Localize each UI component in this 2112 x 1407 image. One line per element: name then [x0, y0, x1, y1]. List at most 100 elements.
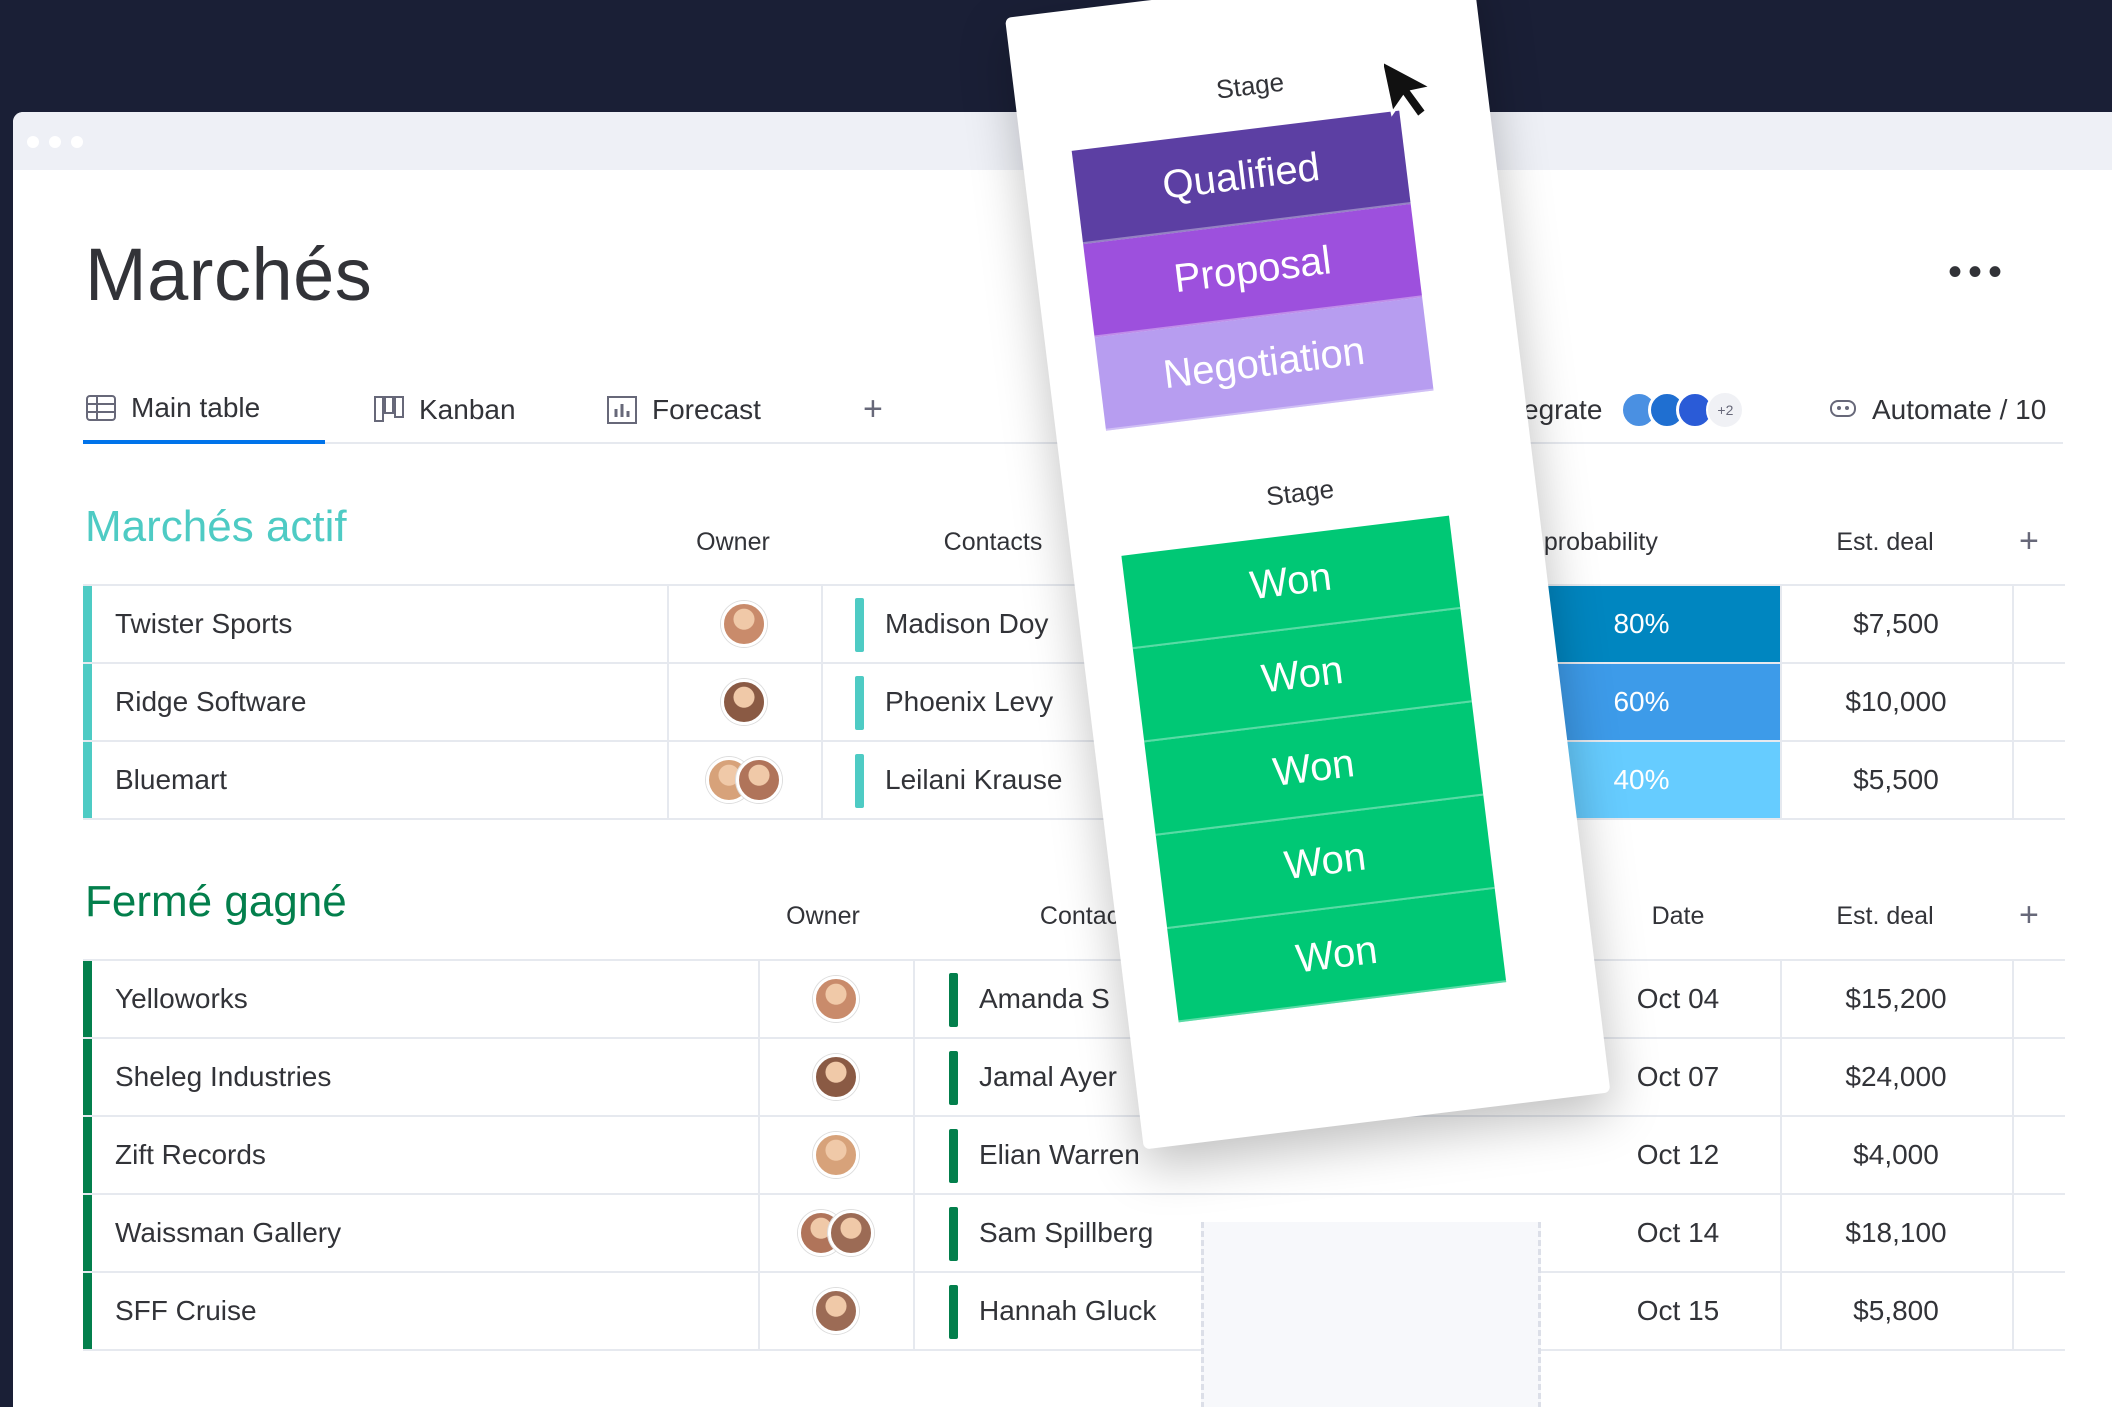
group-title-won[interactable]: Fermé gagné — [85, 877, 347, 927]
item-name-cell[interactable]: Ridge Software — [115, 664, 306, 740]
table-row[interactable]: Sheleg Industries Jamal Ayer Oct 07 $24,000 — [83, 1039, 2065, 1117]
chart-icon — [606, 396, 638, 424]
column-divider — [913, 1039, 915, 1115]
column-divider — [821, 664, 823, 740]
date-cell[interactable]: Oct 14 — [1563, 1195, 1793, 1271]
add-column-button[interactable]: + — [2019, 522, 2039, 561]
item-name-cell[interactable]: Zift Records — [115, 1117, 266, 1193]
integrate-label: egrate — [1523, 394, 1603, 425]
group-color-bar — [83, 961, 92, 1037]
table-row[interactable]: SFF Cruise Hannah Gluck Oct 15 $5,800 — [83, 1273, 2065, 1351]
tab-label: Forecast — [652, 394, 761, 425]
avatar — [812, 976, 859, 1022]
column-divider — [2012, 1195, 2014, 1271]
group-color-bar — [83, 586, 92, 662]
add-view-button[interactable]: + — [863, 390, 883, 429]
integrate-button[interactable]: egrate +2 — [1523, 376, 1745, 444]
column-divider — [913, 961, 915, 1037]
won-deals-table: Yelloworks Amanda S Oct 04 $15,200 Sheleg In… — [83, 959, 2065, 1351]
item-name-cell[interactable]: Sheleg Industries — [115, 1039, 331, 1115]
window-dot — [71, 136, 83, 148]
column-divider — [913, 1117, 915, 1193]
stage-column-header: Stage — [1264, 473, 1336, 512]
item-name-cell[interactable]: Bluemart — [115, 742, 227, 818]
tab-label: Kanban — [419, 394, 516, 425]
contact-color-bar — [949, 1051, 958, 1105]
column-header-owner[interactable]: Owner — [743, 902, 903, 931]
table-row[interactable]: Twister Sports Madison Doy 80% $7,500 — [83, 586, 2065, 664]
owner-cell[interactable] — [758, 1195, 913, 1271]
add-column-button[interactable]: + — [2019, 896, 2039, 935]
contact-color-bar — [855, 754, 864, 808]
table-row[interactable]: Bluemart Leilani Krause 40% $5,500 — [83, 742, 2065, 820]
column-divider — [2012, 961, 2014, 1037]
avatar — [721, 601, 767, 647]
more-integrations-badge: +2 — [1706, 391, 1745, 429]
contact-color-bar — [949, 973, 958, 1027]
table-row[interactable]: Waissman Gallery Sam Spillberg Oct 14 $18,1… — [83, 1195, 2065, 1273]
column-header-date[interactable]: Date — [1563, 902, 1793, 931]
tab-forecast[interactable]: Forecast — [606, 376, 761, 444]
column-divider — [913, 1273, 915, 1349]
est-deal-cell[interactable]: $7,500 — [1780, 586, 2012, 662]
item-name-cell[interactable]: Twister Sports — [115, 586, 292, 662]
column-divider — [821, 742, 823, 818]
tab-kanban[interactable]: Kanban — [373, 376, 516, 444]
owner-cell[interactable] — [667, 586, 821, 662]
est-deal-cell[interactable]: $5,500 — [1780, 742, 2012, 818]
owner-cell[interactable] — [667, 664, 821, 740]
table-icon — [85, 394, 117, 422]
group-color-bar — [83, 1117, 92, 1193]
est-deal-cell[interactable]: $24,000 — [1780, 1039, 2012, 1115]
contact-color-bar — [949, 1285, 958, 1339]
group-title-active[interactable]: Marchés actif — [85, 502, 347, 552]
item-name-cell[interactable]: SFF Cruise — [115, 1273, 257, 1349]
owner-cell[interactable] — [758, 1273, 913, 1349]
owner-cell[interactable] — [667, 742, 821, 818]
active-deals-table: Twister Sports Madison Doy 80% $7,500 Ridge … — [83, 584, 2065, 820]
item-name-cell[interactable]: Yelloworks — [115, 961, 248, 1037]
avatar — [812, 1054, 859, 1100]
avatar — [736, 757, 782, 803]
avatar — [812, 1132, 859, 1178]
column-divider — [2012, 586, 2014, 662]
owner-cell[interactable] — [758, 1117, 913, 1193]
robot-icon — [1828, 394, 1858, 426]
table-row[interactable]: Zift Records Elian Warren Oct 12 $4,000 — [83, 1117, 2065, 1195]
item-name-cell[interactable]: Waissman Gallery — [115, 1195, 341, 1271]
automate-button[interactable]: Automate / 10 — [1828, 376, 2046, 444]
group-color-bar — [83, 664, 92, 740]
group-color-bar — [83, 742, 92, 818]
column-divider — [2012, 1117, 2014, 1193]
est-deal-cell[interactable]: $10,000 — [1780, 664, 2012, 740]
window-dot — [49, 136, 61, 148]
stage-column-drop-placeholder — [1201, 1222, 1541, 1407]
board-title: Marchés — [85, 233, 373, 316]
column-header-est-deal[interactable]: Est. deal — [1770, 528, 2000, 557]
est-deal-cell[interactable]: $18,100 — [1780, 1195, 2012, 1271]
group-color-bar — [83, 1039, 92, 1115]
avatar — [812, 1288, 859, 1334]
column-divider — [2012, 664, 2014, 740]
owner-cell[interactable] — [758, 1039, 913, 1115]
more-options-button[interactable]: ••• — [1948, 252, 2008, 292]
est-deal-cell[interactable]: $5,800 — [1780, 1273, 2012, 1349]
table-row[interactable]: Yelloworks Amanda S Oct 04 $15,200 — [83, 961, 2065, 1039]
est-deal-cell[interactable]: $15,200 — [1780, 961, 2012, 1037]
date-cell[interactable]: Oct 12 — [1563, 1117, 1793, 1193]
group-color-bar — [83, 1273, 92, 1349]
date-cell[interactable]: Oct 15 — [1563, 1273, 1793, 1349]
group-color-bar — [83, 1195, 92, 1271]
table-row[interactable]: Ridge Software Phoenix Levy 60% $10,000 — [83, 664, 2065, 742]
est-deal-cell[interactable]: $4,000 — [1780, 1117, 2012, 1193]
column-divider — [2012, 1273, 2014, 1349]
column-header-est-deal[interactable]: Est. deal — [1770, 902, 2000, 931]
column-header-owner[interactable]: Owner — [653, 528, 813, 557]
owner-cell[interactable] — [758, 961, 913, 1037]
tab-main-table[interactable]: Main table — [83, 376, 325, 444]
column-divider — [2012, 1039, 2014, 1115]
kanban-icon — [373, 396, 405, 424]
column-header-contacts[interactable]: Contacts — [893, 528, 1093, 557]
contact-color-bar — [855, 598, 864, 652]
column-divider — [2012, 742, 2014, 818]
